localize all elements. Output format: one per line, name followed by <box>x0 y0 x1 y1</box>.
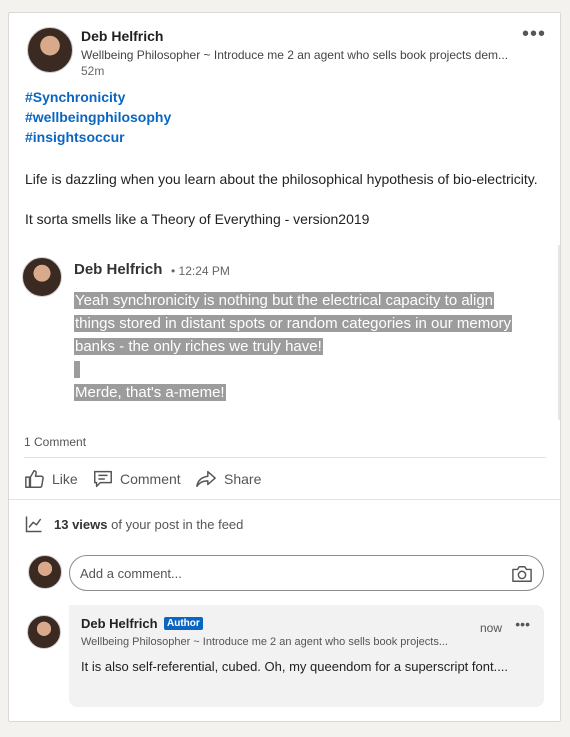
quote-scroll-indicator <box>558 245 560 420</box>
comment-icon <box>94 470 112 488</box>
reply-author-headline: Wellbeing Philosopher ~ Introduce me 2 a… <box>81 636 448 648</box>
hashtag-link[interactable]: #Synchronicity <box>25 87 171 107</box>
views-suffix: of your post in the feed <box>111 516 244 532</box>
quoted-time: • 12:24 PM <box>171 264 230 278</box>
divider <box>24 457 546 458</box>
views-text: 13 views of your post in the feed <box>54 517 243 532</box>
quoted-line: Merde, that's a-meme! <box>74 384 226 401</box>
reply-comment: Deb Helfrich Author Wellbeing Philosophe… <box>69 605 544 707</box>
reply-text: It is also self-referential, cubed. Oh, … <box>81 659 509 674</box>
quoted-comment-image: Deb Helfrich • 12:24 PM Yeah synchronici… <box>9 253 549 421</box>
quoted-line: things stored in distant spots or random… <box>74 315 513 332</box>
post-time: 52m <box>81 64 105 78</box>
views-count: 13 views <box>54 516 108 532</box>
reply-time: now <box>479 621 502 635</box>
quoted-line: banks - the only riches we truly have! <box>74 338 323 355</box>
camera-icon[interactable] <box>511 564 533 584</box>
reply-author-name[interactable]: Deb Helfrich <box>81 616 158 631</box>
author-headline: Wellbeing Philosopher ~ Introduce me 2 a… <box>81 48 509 62</box>
quoted-text: Yeah synchronicity is nothing but the el… <box>74 289 554 404</box>
like-icon <box>25 470 44 488</box>
share-label: Share <box>224 471 262 487</box>
analytics-icon <box>25 516 42 533</box>
comment-placeholder: Add a comment... <box>80 565 182 581</box>
quoted-blank-line <box>74 361 81 378</box>
post-paragraph: Life is dazzling when you learn about th… <box>25 171 538 187</box>
comment-count-link[interactable]: 1 Comment <box>24 435 86 449</box>
post-more-options-button[interactable]: ••• <box>522 23 546 46</box>
like-button[interactable]: Like <box>24 468 78 490</box>
author-badge: Author <box>164 617 203 630</box>
reply-more-options-button[interactable]: ••• <box>515 616 530 632</box>
quoted-line: Yeah synchronicity is nothing but the el… <box>74 292 495 309</box>
reply-avatar[interactable] <box>27 615 61 649</box>
hashtag-list: #Synchronicity #wellbeingphilosophy #ins… <box>25 87 171 147</box>
share-icon <box>196 470 216 488</box>
post-analytics-link[interactable]: 13 views of your post in the feed <box>24 513 243 535</box>
comment-label: Comment <box>120 471 181 487</box>
quoted-author-name: Deb Helfrich <box>74 261 163 278</box>
post-paragraph: It sorta smells like a Theory of Everyth… <box>25 211 370 227</box>
hashtag-link[interactable]: #wellbeingphilosophy <box>25 107 171 127</box>
like-label: Like <box>52 471 78 487</box>
current-user-avatar <box>28 555 62 589</box>
add-comment-input[interactable]: Add a comment... <box>69 555 544 591</box>
quoted-avatar <box>22 257 62 297</box>
hashtag-link[interactable]: #insightsoccur <box>25 127 171 147</box>
post-card: Deb Helfrich Wellbeing Philosopher ~ Int… <box>8 12 561 722</box>
share-button[interactable]: Share <box>194 468 261 490</box>
author-name[interactable]: Deb Helfrich <box>81 28 163 44</box>
author-avatar[interactable] <box>27 27 73 73</box>
comment-button[interactable]: Comment <box>92 468 181 490</box>
divider <box>9 499 560 500</box>
